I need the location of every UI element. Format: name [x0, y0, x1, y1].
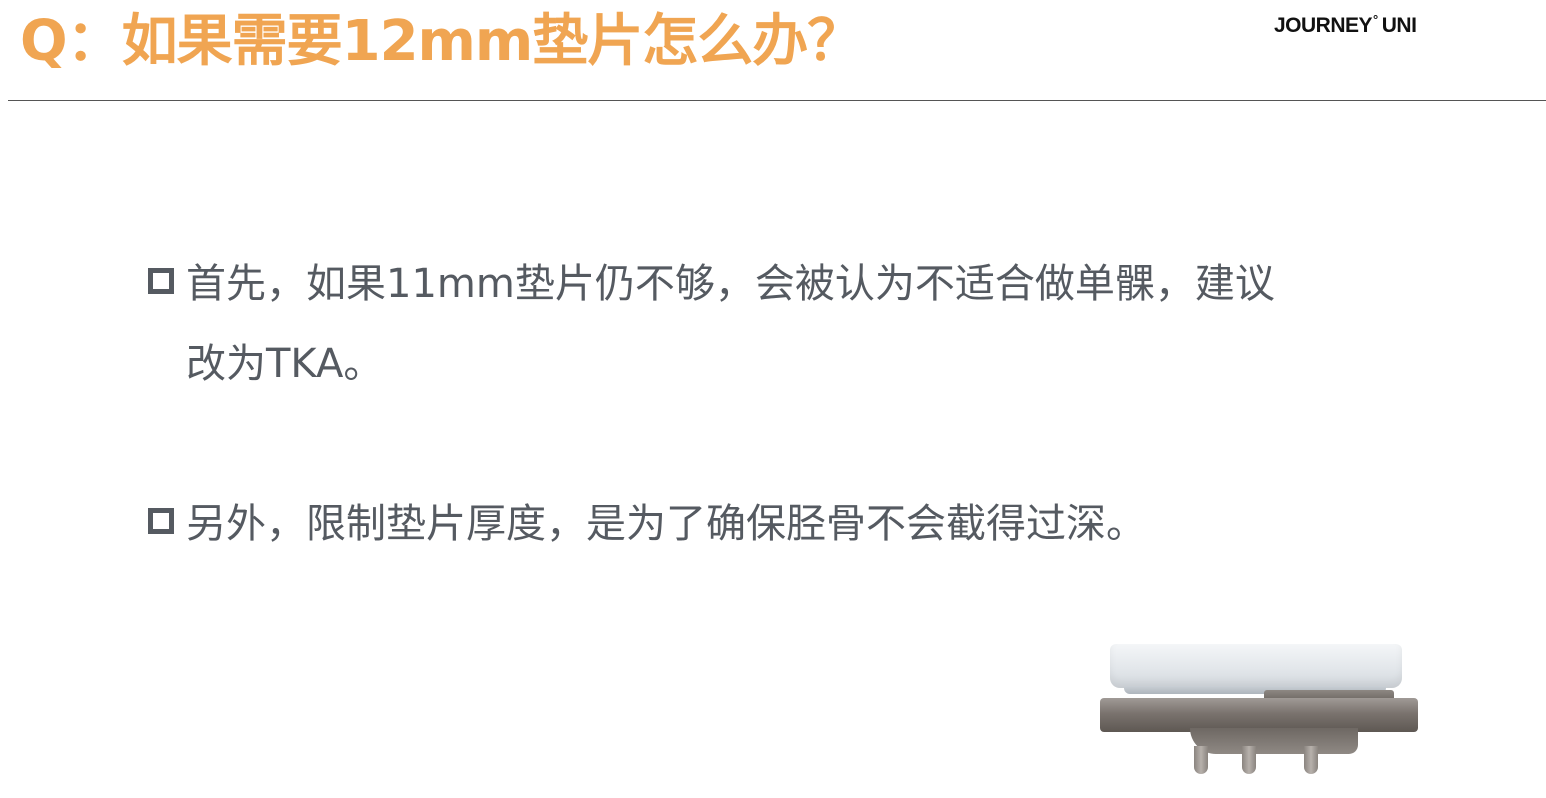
header-divider [8, 100, 1546, 101]
brand-mark: ° [1373, 12, 1378, 27]
square-bullet-icon [148, 508, 174, 534]
implant-image [1094, 636, 1424, 786]
tray-peg [1242, 746, 1256, 774]
brand-suffix: UNI [1381, 14, 1417, 37]
page-title: Q：如果需要12mm垫片怎么办？ [20, 9, 863, 74]
poly-insert-shape [1110, 644, 1402, 688]
bullet-text-2: 另外，限制垫片厚度，是为了确保胫骨不会截得过深。 [186, 501, 1146, 547]
tray-peg [1304, 746, 1318, 774]
bullet-text-1: 首先，如果11mm垫片仍不够，会被认为不适合做单髁，建议 改为TKA。 [186, 261, 1275, 387]
brand-name: JOURNEY [1274, 14, 1373, 37]
square-bullet-icon [148, 268, 174, 294]
bullet-item-2: 另外，限制垫片厚度，是为了确保胫骨不会截得过深。 [148, 484, 1408, 564]
brand-logo: JOURNEY° UNI [1274, 12, 1417, 38]
tray-peg [1194, 746, 1208, 774]
tibial-tray-shape [1100, 698, 1418, 732]
bullet-item-1: 首先，如果11mm垫片仍不够，会被认为不适合做单髁，建议 改为TKA。 [148, 244, 1408, 404]
tray-keel-shape [1190, 728, 1358, 754]
